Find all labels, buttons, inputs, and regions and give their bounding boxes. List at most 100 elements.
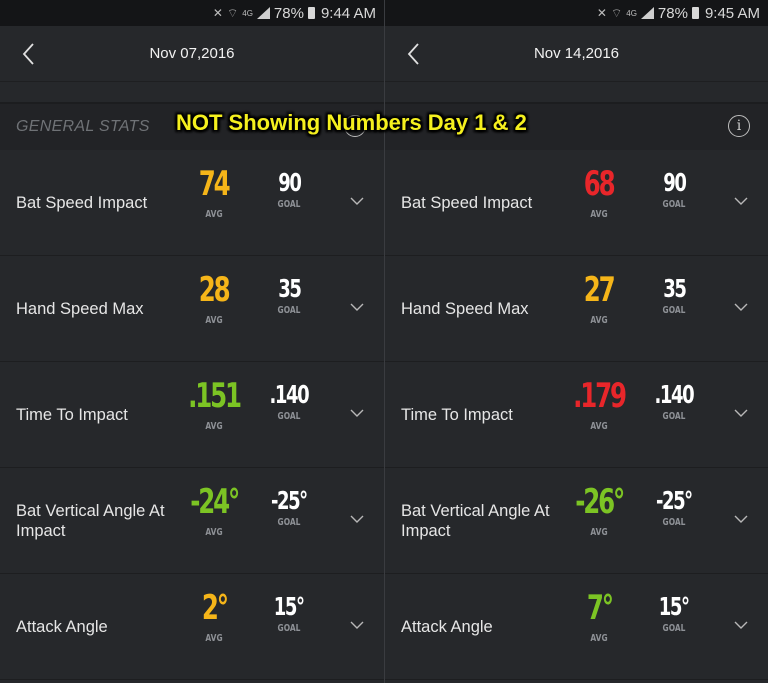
goal-block: 15° GOAL [635,592,713,635]
avg-value: -26° [575,482,625,522]
goal-value: .140 [269,380,310,409]
chevron-down-icon[interactable] [734,618,748,632]
spacer [0,82,384,104]
stat-label: Attack Angle [401,617,493,636]
goal-caption: GOAL [662,305,686,316]
goal-block: 15° GOAL [250,592,328,635]
battery-percent: 78% [657,4,688,22]
status-bar: ✕ ⌔ 4G 78% 9:45 AM [385,0,768,26]
back-button[interactable] [18,40,42,68]
signal-icon [256,7,270,19]
goal-value: 15° [274,592,305,621]
battery-percent: 78% [273,4,304,22]
back-button[interactable] [403,40,427,68]
stat-label: Hand Speed Max [401,299,529,318]
chevron-down-icon[interactable] [350,300,364,314]
goal-block: 35 GOAL [635,274,713,317]
wifi-icon: ⌔ [610,5,623,20]
goal-caption: GOAL [662,517,686,528]
session-date: Nov 07,2016 [149,45,235,62]
stat-row[interactable]: Attack Angle 2° AVG 15° GOAL [0,574,384,680]
stat-row[interactable]: Bat Vertical Angle At Impact -24° AVG -2… [0,468,384,574]
chevron-down-icon[interactable] [350,512,364,526]
goal-value: -25° [271,486,308,515]
stat-row[interactable]: Attack Angle 7° AVG 15° GOAL [385,574,768,680]
stat-label: Attack Angle [16,617,108,636]
avg-value: 68 [584,164,616,204]
battery-icon [691,7,699,19]
avg-value: 74 [199,164,231,204]
lte-icon: 4G [626,8,637,18]
stat-row[interactable]: Bat Vertical Angle At Impact -26° AVG -2… [385,468,768,574]
avg-block: .179 AVG [553,376,645,432]
avg-value: 27 [584,270,616,310]
avg-value: .179 [573,376,627,416]
avg-block: 27 AVG [553,270,645,326]
goal-caption: GOAL [277,305,301,316]
chevron-down-icon[interactable] [350,194,364,208]
chevron-down-icon[interactable] [734,406,748,420]
avg-caption: AVG [590,527,608,538]
status-bar: ✕ ⌔ 4G 78% 9:44 AM [0,0,384,26]
stat-row[interactable]: Bat Speed Impact 74 AVG 90 GOAL [0,150,384,256]
stats-list: Bat Speed Impact 68 AVG 90 GOAL Hand Spe… [385,150,768,680]
session-date: Nov 14,2016 [533,45,620,62]
stat-label: Time To Impact [401,405,513,424]
goal-value: .140 [654,380,695,409]
section-title: GENERAL STATS [16,118,150,135]
goal-value: 90 [662,168,687,197]
avg-value: 28 [199,270,231,310]
avg-block: -24° AVG [168,482,260,538]
goal-value: 15° [659,592,690,621]
goal-block: -25° GOAL [635,486,713,529]
stat-label: Time To Impact [16,405,128,424]
avg-caption: AVG [205,633,223,644]
avg-value: 7° [586,588,614,628]
goal-block: -25° GOAL [250,486,328,529]
avg-caption: AVG [205,421,223,432]
goal-block: 35 GOAL [250,275,328,317]
avg-block: 7° AVG [553,588,645,644]
goal-block: 90 GOAL [635,168,713,211]
goal-caption: GOAL [277,199,301,210]
chevron-down-icon[interactable] [350,406,364,420]
info-icon[interactable]: i [728,115,750,137]
spacer [385,82,768,104]
avg-block: 68 AVG [553,164,645,220]
chevron-down-icon[interactable] [734,194,748,208]
avg-value: .151 [188,376,242,416]
nav-bar: Nov 07,2016 [0,26,384,82]
avg-caption: AVG [205,527,223,538]
stat-row[interactable]: Hand Speed Max 27 AVG 35 GOAL [385,256,768,362]
screenshot-comparison: ✕ ⌔ 4G 78% 9:44 AM Nov 07,2016 GENERAL S… [0,0,768,683]
chevron-down-icon[interactable] [350,618,364,632]
goal-value: -25° [656,486,693,515]
chevron-down-icon[interactable] [734,512,748,526]
avg-block: .151 AVG [168,376,260,432]
stat-label: Hand Speed Max [16,299,144,318]
stat-row[interactable]: Time To Impact .151 AVG .140 GOAL [0,362,384,468]
avg-caption: AVG [590,633,608,644]
avg-block: 28 AVG [168,270,260,326]
goal-value: 90 [277,168,302,197]
stat-label: Bat Speed Impact [401,193,533,212]
goal-block: 90 GOAL [250,168,328,211]
chevron-down-icon[interactable] [734,300,748,314]
stat-row[interactable]: Hand Speed Max 28 AVG 35 GOAL [0,256,384,362]
clock: 9:45 AM [704,4,760,22]
stat-label: Bat Vertical Angle At Impact [16,501,165,540]
stat-row[interactable]: Bat Speed Impact 68 AVG 90 GOAL [385,150,768,256]
overlay-caption: NOT Showing Numbers Day 1 & 2 [176,110,527,135]
goal-caption: GOAL [662,411,686,422]
avg-caption: AVG [590,315,608,326]
goal-value: 35 [662,274,687,303]
stat-label: Bat Speed Impact [16,193,148,212]
avg-block: -26° AVG [553,482,645,538]
day-1-screen: ✕ ⌔ 4G 78% 9:44 AM Nov 07,2016 GENERAL S… [0,0,384,683]
goal-caption: GOAL [662,623,686,634]
goal-caption: GOAL [662,199,686,210]
signal-icon [640,7,654,19]
battery-icon [307,7,315,19]
goal-caption: GOAL [277,517,301,528]
stat-row[interactable]: Time To Impact .179 AVG .140 GOAL [385,362,768,468]
